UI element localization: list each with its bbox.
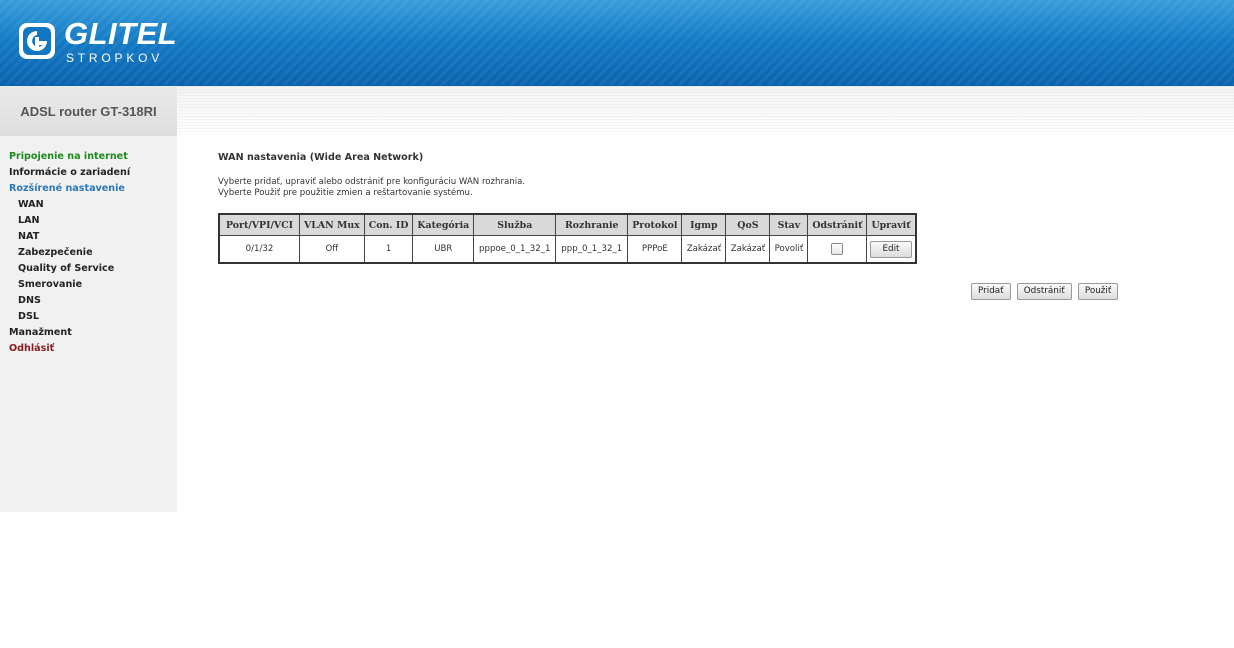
- brand-subtitle: STROPKOV: [66, 51, 164, 65]
- description-line-2: Vyberte Použiť pre použitie zmien a rešt…: [218, 188, 473, 198]
- header-banner: GLITEL STROPKOV: [0, 0, 1234, 85]
- sidebar-item-nat[interactable]: NAT: [9, 229, 130, 245]
- sidebar-item-management[interactable]: Manažment: [9, 325, 130, 341]
- remove-checkbox[interactable]: [831, 243, 844, 255]
- cell-edit: Edit: [866, 235, 917, 264]
- column-header-port: Port/VPI/VCI: [218, 213, 300, 236]
- sidebar-item-device-info[interactable]: Informácie o zariadení: [9, 165, 130, 181]
- column-header-igmp: Igmp: [681, 213, 727, 236]
- device-model: ADSL router GT-318RI: [0, 86, 177, 136]
- table-row: 0/1/32 Off 1 UBR pppoe_0_1_32_1 ppp_0_1_…: [218, 235, 917, 264]
- add-button[interactable]: Pridať: [971, 283, 1011, 300]
- edit-button[interactable]: Edit: [870, 240, 912, 258]
- column-header-edit: Upraviť: [866, 213, 917, 236]
- column-header-service: Služba: [473, 213, 557, 236]
- subheader-bar: ADSL router GT-318RI: [0, 85, 1234, 136]
- sidebar-item-internet-connection[interactable]: Pripojenie na internet: [9, 149, 130, 165]
- header-shine: [0, 0, 1234, 40]
- subheader-pattern: [178, 86, 1234, 136]
- sidebar-item-advanced-setup[interactable]: Rozšírené nastavenie: [9, 181, 130, 197]
- cell-qos: Zakázať: [725, 235, 771, 264]
- cell-interface: ppp_0_1_32_1: [555, 235, 629, 264]
- remove-button[interactable]: Odstrániť: [1016, 283, 1072, 300]
- column-header-protocol: Protokol: [627, 213, 683, 236]
- wan-table: Port/VPI/VCI VLAN Mux Con. ID Kategória …: [218, 213, 917, 264]
- page-title: WAN nastavenia (Wide Area Network): [218, 152, 424, 163]
- column-header-interface: Rozhranie: [555, 213, 629, 236]
- sidebar: Pripojenie na internet Informácie o zari…: [0, 136, 177, 512]
- cell-service: pppoe_0_1_32_1: [473, 235, 557, 264]
- cell-port: 0/1/32: [218, 235, 300, 264]
- sidebar-item-qos[interactable]: Quality of Service: [9, 261, 130, 277]
- glitel-logo-icon: [19, 23, 55, 59]
- column-header-remove: Odstrániť: [807, 213, 868, 236]
- cell-vlan-mux: Off: [299, 235, 365, 264]
- sidebar-item-routing[interactable]: Smerovanie: [9, 277, 130, 293]
- apply-button[interactable]: Použiť: [1077, 283, 1119, 300]
- sidebar-item-security[interactable]: Zabezpečenie: [9, 245, 130, 261]
- sidebar-item-logout[interactable]: Odhlásiť: [9, 341, 130, 357]
- cell-protocol: PPPoE: [627, 235, 683, 264]
- cell-con-id: 1: [363, 235, 414, 264]
- column-header-state: Stav: [769, 213, 809, 236]
- cell-remove: [807, 235, 868, 264]
- cell-igmp: Zakázať: [681, 235, 727, 264]
- column-header-category: Kategória: [412, 213, 475, 236]
- sidebar-item-lan[interactable]: LAN: [9, 213, 130, 229]
- action-buttons: Pridať Odstrániť Použiť: [971, 278, 1119, 300]
- sidebar-item-dsl[interactable]: DSL: [9, 309, 130, 325]
- sidebar-item-dns[interactable]: DNS: [9, 293, 130, 309]
- description-line-1: Vyberte pridať, upraviť alebo odstrániť …: [218, 177, 526, 187]
- sidebar-menu: Pripojenie na internet Informácie o zari…: [9, 149, 130, 357]
- column-header-con-id: Con. ID: [363, 213, 414, 236]
- cell-category: UBR: [412, 235, 475, 264]
- brand-name: GLITEL: [64, 16, 178, 51]
- sidebar-item-wan[interactable]: WAN: [9, 197, 130, 213]
- column-header-vlan-mux: VLAN Mux: [299, 213, 365, 236]
- cell-state: Povoliť: [769, 235, 809, 264]
- table-header-row: Port/VPI/VCI VLAN Mux Con. ID Kategória …: [218, 213, 917, 236]
- page-description: Vyberte pridať, upraviť alebo odstrániť …: [218, 177, 525, 199]
- column-header-qos: QoS: [725, 213, 771, 236]
